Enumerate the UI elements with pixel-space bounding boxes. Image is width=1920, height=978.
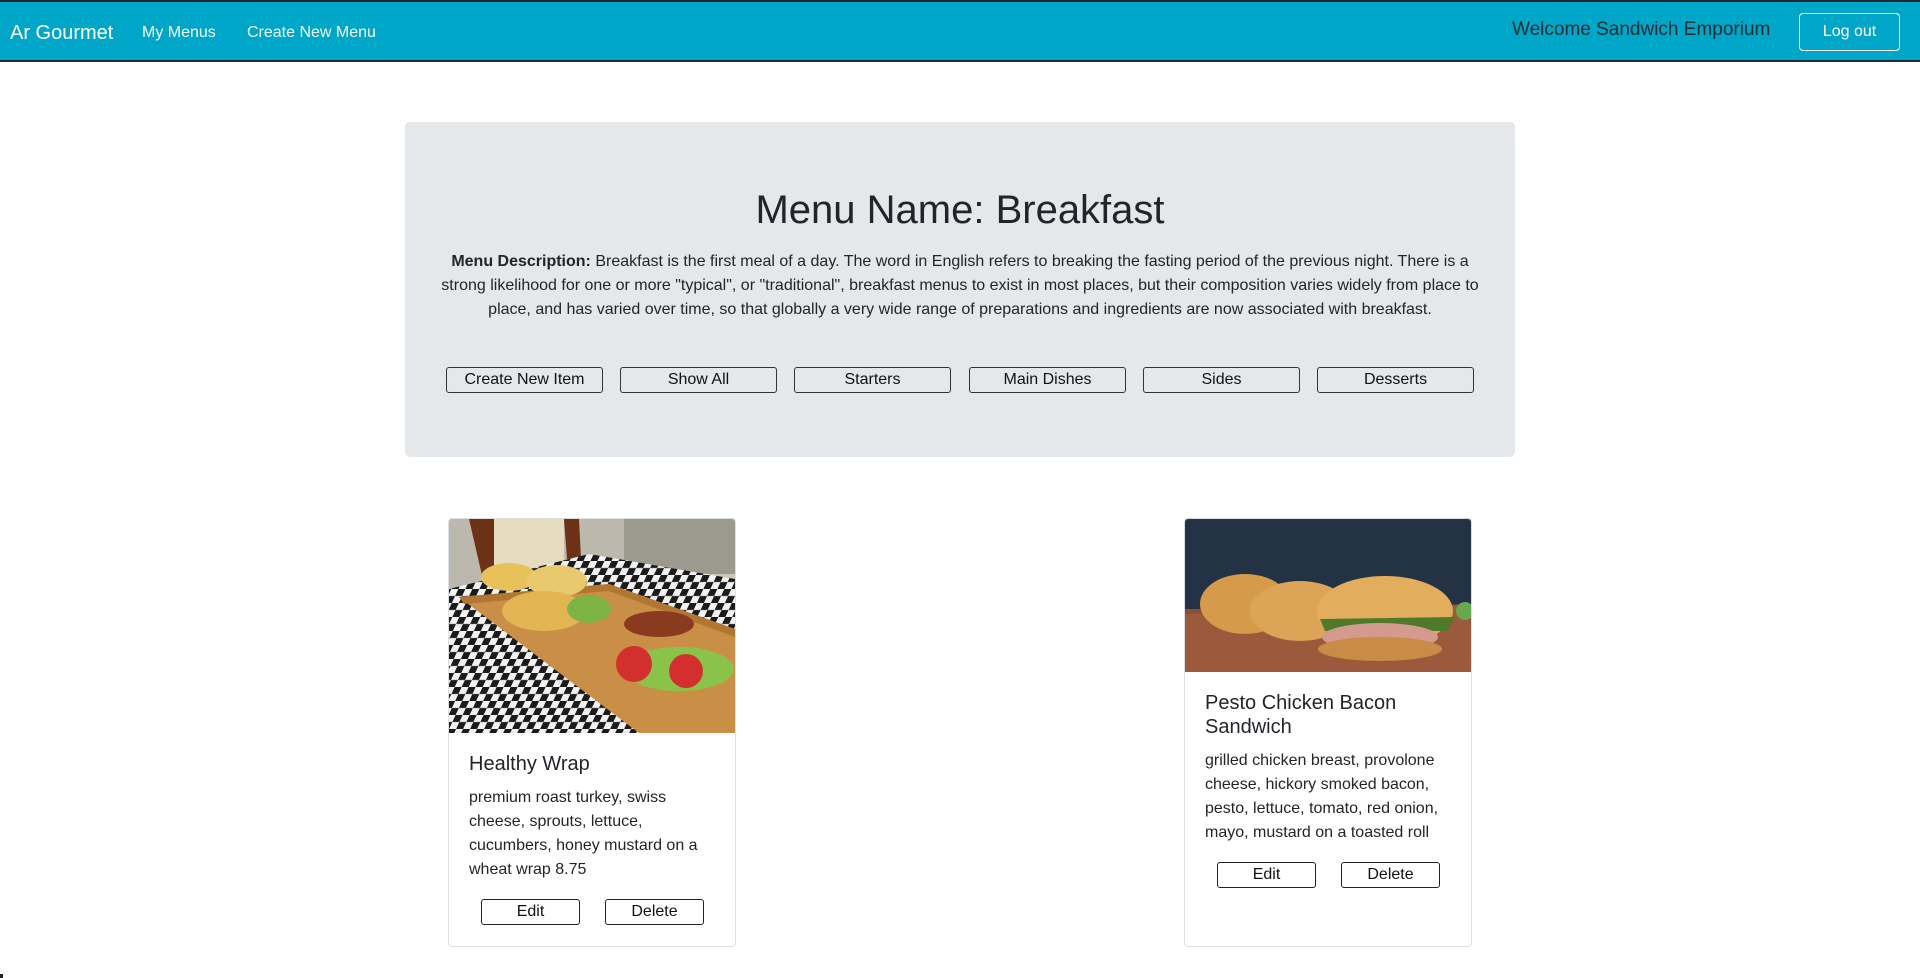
card-body: Pesto Chicken Bacon Sandwich grilled chi… <box>1205 691 1455 888</box>
card-body: Healthy Wrap premium roast turkey, swiss… <box>469 752 719 925</box>
show-all-button[interactable]: Show All <box>620 367 777 393</box>
menu-description-label: Menu Description: <box>451 253 591 270</box>
menu-item-card: Healthy Wrap premium roast turkey, swiss… <box>448 518 736 947</box>
item-description: premium roast turkey, swiss cheese, spro… <box>469 789 698 878</box>
item-name: Healthy Wrap <box>469 753 590 775</box>
sides-filter-button[interactable]: Sides <box>1143 367 1300 393</box>
edit-item-button[interactable]: Edit <box>1217 862 1316 888</box>
edit-item-button[interactable]: Edit <box>481 899 580 925</box>
menu-action-bar: Create New Item Show All Starters Main D… <box>446 367 1476 393</box>
item-actions: Edit Delete <box>469 899 719 925</box>
menu-description: Menu Description: Breakfast is the first… <box>432 250 1488 322</box>
brand-link[interactable]: Ar Gourmet <box>10 21 113 45</box>
create-new-item-button[interactable]: Create New Item <box>446 367 603 393</box>
window-corner-mark <box>0 974 3 978</box>
welcome-message: Welcome Sandwich Emporium <box>1512 19 1771 40</box>
menu-item-card: Pesto Chicken Bacon Sandwich grilled chi… <box>1184 518 1472 947</box>
nav-create-new-menu[interactable]: Create New Menu <box>247 23 376 43</box>
item-actions: Edit Delete <box>1205 862 1455 888</box>
top-navbar: Ar Gourmet My Menus Create New Menu Welc… <box>0 0 1920 62</box>
main-dishes-filter-button[interactable]: Main Dishes <box>969 367 1126 393</box>
item-description: grilled chicken breast, provolone cheese… <box>1205 752 1439 841</box>
delete-item-button[interactable]: Delete <box>1341 862 1440 888</box>
menu-title: Menu Name: Breakfast <box>755 188 1165 232</box>
wrap-platter-photo <box>449 519 735 733</box>
nav-my-menus[interactable]: My Menus <box>142 23 216 43</box>
menu-description-text: Breakfast is the first meal of a day. Th… <box>441 253 1479 318</box>
desserts-filter-button[interactable]: Desserts <box>1317 367 1474 393</box>
delete-item-button[interactable]: Delete <box>605 899 704 925</box>
item-name: Pesto Chicken Bacon Sandwich <box>1205 692 1397 738</box>
croissant-sandwich-photo <box>1185 519 1471 672</box>
starters-filter-button[interactable]: Starters <box>794 367 951 393</box>
logout-button[interactable]: Log out <box>1799 13 1900 51</box>
